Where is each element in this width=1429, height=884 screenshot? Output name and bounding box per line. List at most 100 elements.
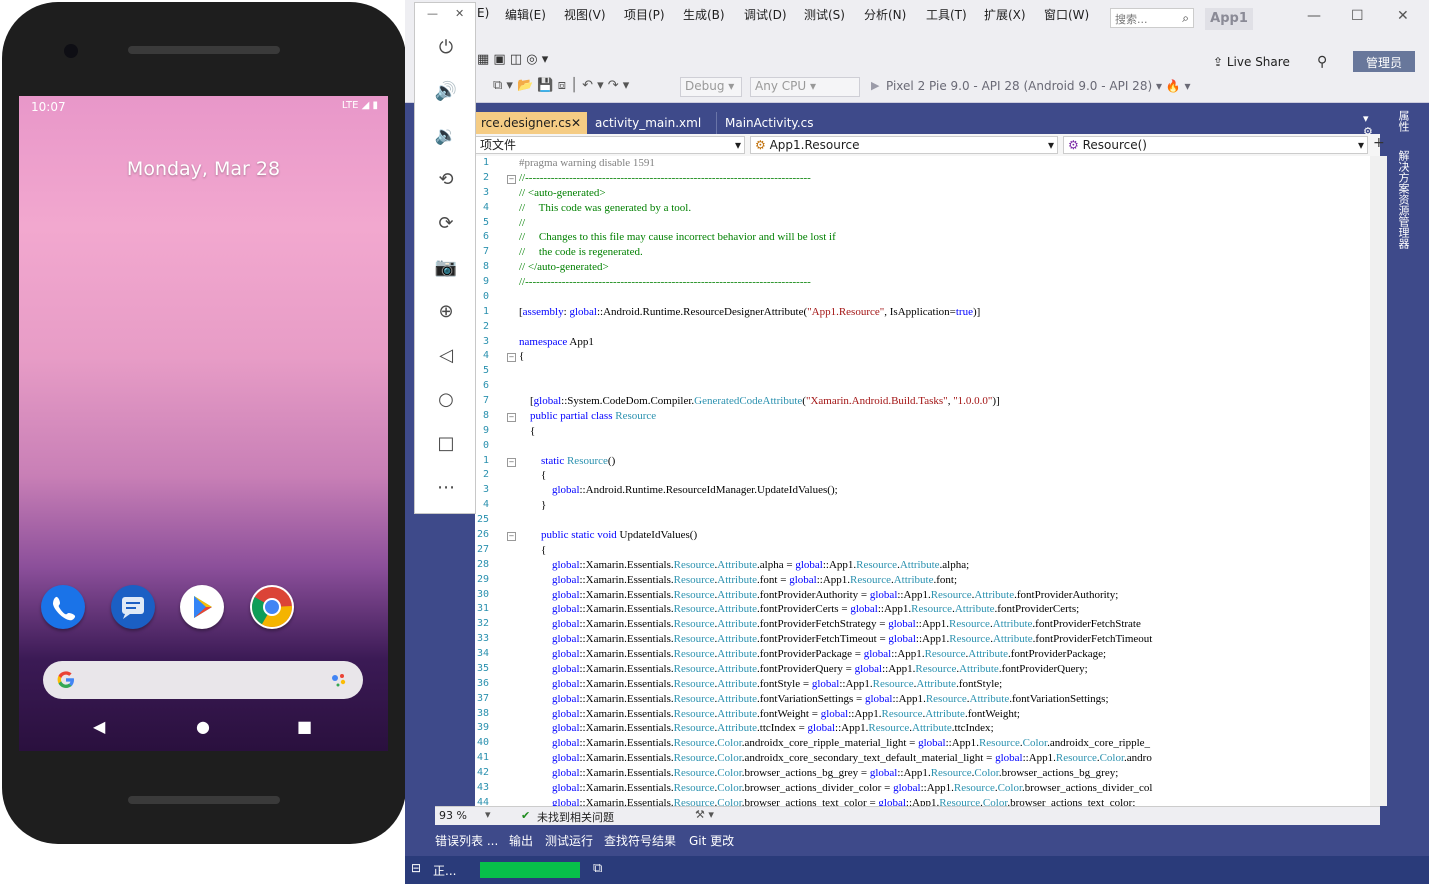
code-line[interactable]: //--------------------------------------…	[519, 172, 811, 184]
code-line[interactable]: global::Xamarin.Essentials.Resource.Colo…	[519, 767, 1118, 779]
code-line[interactable]: // This code was generated by a tool.	[519, 202, 691, 214]
rotate-left-icon[interactable]: ⟲	[415, 169, 477, 190]
live-share-button[interactable]: ⇪ Live Share	[1213, 55, 1290, 69]
nav-project-dropdown[interactable]: 项文件 ▾	[475, 136, 745, 154]
code-line[interactable]: [global::System.CodeDom.Compiler.Generat…	[519, 395, 1000, 407]
volume-down-icon[interactable]: 🔉	[415, 125, 477, 146]
menu-extensions[interactable]: 扩展(X)	[984, 6, 1026, 23]
code-line[interactable]: // <auto-generated>	[519, 187, 606, 199]
code-line[interactable]: global::Xamarin.Essentials.Resource.Colo…	[519, 752, 1152, 764]
search-input[interactable]: 搜索... ⌕	[1110, 8, 1194, 28]
minimize-icon[interactable]: —	[1307, 8, 1321, 24]
fold-toggle-icon[interactable]: −	[507, 353, 516, 363]
code-line[interactable]: public partial class Resource	[519, 410, 656, 422]
tab-error-list[interactable]: 错误列表 ...	[435, 832, 498, 849]
tab-git-changes[interactable]: Git 更改	[689, 832, 734, 849]
back-icon[interactable]: ◁	[415, 345, 477, 366]
menu-build[interactable]: 生成(B)	[683, 6, 725, 23]
messages-icon[interactable]	[111, 585, 155, 629]
menu-edit[interactable]: 编辑(E)	[505, 6, 546, 23]
feedback-icon[interactable]: ⚲	[1317, 54, 1327, 70]
tab-output[interactable]: 输出	[509, 832, 533, 849]
google-search-bar[interactable]	[43, 661, 363, 699]
code-line[interactable]: global::Xamarin.Essentials.Resource.Attr…	[519, 618, 1141, 630]
tab-find-symbol[interactable]: 查找符号结果	[604, 832, 676, 849]
emulator-close-icon[interactable]: ✕	[455, 7, 464, 20]
deploy-icon[interactable]: ⧉	[593, 861, 602, 876]
solution-explorer-tab[interactable]: 解决方案资源管理器	[1395, 150, 1411, 249]
code-line[interactable]: global::Xamarin.Essentials.Resource.Attr…	[519, 663, 1088, 675]
nav-overview-icon[interactable]: ■	[297, 717, 312, 736]
tab-resource-designer[interactable]: rce.designer.cs ✕	[475, 112, 587, 134]
nav-member-dropdown[interactable]: ⚙ Resource() ▾	[1063, 136, 1368, 154]
menu-tools[interactable]: 工具(T)	[926, 6, 967, 23]
split-icon[interactable]: +	[1373, 135, 1385, 151]
code-line[interactable]: {	[519, 425, 535, 437]
code-line[interactable]: {	[519, 350, 524, 362]
code-line[interactable]: global::Xamarin.Essentials.Resource.Attr…	[519, 603, 1079, 615]
assistant-icon[interactable]	[329, 670, 349, 694]
code-line[interactable]: //	[519, 217, 525, 229]
code-line[interactable]: {	[519, 544, 546, 556]
fold-toggle-icon[interactable]: −	[507, 457, 516, 467]
tab-close-icon[interactable]: ✕	[571, 112, 581, 134]
code-line[interactable]: global::Xamarin.Essentials.Resource.Attr…	[519, 693, 1109, 705]
device-target-dropdown[interactable]: Pixel 2 Pie 9.0 - API 28 (Android 9.0 - …	[886, 79, 1191, 93]
power-icon[interactable]: ⏻	[415, 37, 477, 58]
code-line[interactable]: //--------------------------------------…	[519, 276, 811, 288]
fold-toggle-icon[interactable]: −	[507, 412, 516, 422]
config-dropdown[interactable]: Debug ▾	[680, 77, 742, 97]
fold-toggle-icon[interactable]: −	[507, 174, 516, 184]
tab-test-run[interactable]: 测试运行	[545, 832, 593, 849]
code-line[interactable]: namespace App1	[519, 336, 594, 348]
menu-file-partial[interactable]: E)	[477, 6, 489, 20]
zoom-level[interactable]: 93 %	[439, 809, 467, 822]
toolbar-icons[interactable]: ⧉ ▾ 📂 💾 ⧈ │ ↶ ▾ ↷ ▾	[493, 78, 629, 93]
phone-screen[interactable]: 10:07 LTE ◢ ▮ Monday, Mar 28 ◀ ● ■	[19, 96, 388, 751]
menu-analyze[interactable]: 分析(N)	[864, 6, 906, 23]
code-line[interactable]: global::Xamarin.Essentials.Resource.Attr…	[519, 678, 1002, 690]
code-line[interactable]: global::Xamarin.Essentials.Resource.Colo…	[519, 797, 1135, 806]
properties-panel-tab[interactable]: 属性	[1395, 110, 1411, 132]
vertical-scrollbar[interactable]	[1370, 156, 1387, 806]
code-line[interactable]: global::Xamarin.Essentials.Resource.Attr…	[519, 559, 969, 571]
fold-toggle-icon[interactable]: −	[507, 532, 516, 541]
emulator-minimize-icon[interactable]: —	[427, 7, 438, 20]
code-line[interactable]: // Changes to this file may cause incorr…	[519, 231, 836, 243]
code-line[interactable]: global::Xamarin.Essentials.Resource.Attr…	[519, 722, 994, 734]
code-line[interactable]: global::Xamarin.Essentials.Resource.Attr…	[519, 648, 1106, 660]
platform-dropdown[interactable]: Any CPU ▾	[750, 77, 860, 97]
run-icon[interactable]: ▶	[871, 79, 879, 92]
code-line[interactable]: // the code is regenerated.	[519, 246, 643, 258]
volume-up-icon[interactable]: 🔊	[415, 81, 477, 102]
code-line[interactable]: global::Xamarin.Essentials.Resource.Attr…	[519, 574, 957, 586]
menu-window[interactable]: 窗口(W)	[1044, 6, 1089, 23]
camera-icon[interactable]: 📷	[415, 257, 477, 278]
rotate-right-icon[interactable]: ⟳	[415, 213, 477, 234]
close-icon[interactable]: ✕	[1397, 8, 1409, 24]
menu-test[interactable]: 测试(S)	[804, 6, 845, 23]
code-line[interactable]: global::Xamarin.Essentials.Resource.Colo…	[519, 737, 1150, 749]
zoom-icon[interactable]: ⊕	[415, 301, 477, 322]
code-line[interactable]: global::Android.Runtime.ResourceIdManage…	[519, 484, 838, 496]
code-line[interactable]: global::Xamarin.Essentials.Resource.Attr…	[519, 589, 1118, 601]
nav-type-dropdown[interactable]: ⚙ App1.Resource ▾	[750, 136, 1058, 154]
phone-icon[interactable]	[41, 585, 85, 629]
code-line[interactable]: // </auto-generated>	[519, 261, 609, 273]
code-line[interactable]: global::Xamarin.Essentials.Resource.Attr…	[519, 708, 1020, 720]
more-icon[interactable]: ⋯	[415, 477, 477, 498]
menu-view[interactable]: 视图(V)	[564, 6, 606, 23]
code-line[interactable]: #pragma warning disable 1591	[519, 157, 655, 169]
brush-icon[interactable]: ⚒ ▾	[695, 808, 714, 821]
tab-activity-main[interactable]: activity_main.xml	[589, 112, 717, 134]
menu-debug[interactable]: 调试(D)	[744, 6, 787, 23]
save-all-icon[interactable]: ▦ ▣ ◫ ◎ ▾	[477, 52, 548, 67]
maximize-icon[interactable]: ☐	[1351, 8, 1364, 24]
code-line[interactable]: static Resource()	[519, 455, 615, 467]
play-store-icon[interactable]	[180, 585, 224, 629]
code-line[interactable]: global::Xamarin.Essentials.Resource.Colo…	[519, 782, 1152, 794]
nav-home-icon[interactable]: ●	[196, 717, 210, 736]
nav-back-icon[interactable]: ◀	[93, 717, 105, 736]
tab-main-activity[interactable]: MainActivity.cs	[719, 112, 839, 134]
code-line[interactable]: [assembly: global::Android.Runtime.Resou…	[519, 306, 980, 318]
